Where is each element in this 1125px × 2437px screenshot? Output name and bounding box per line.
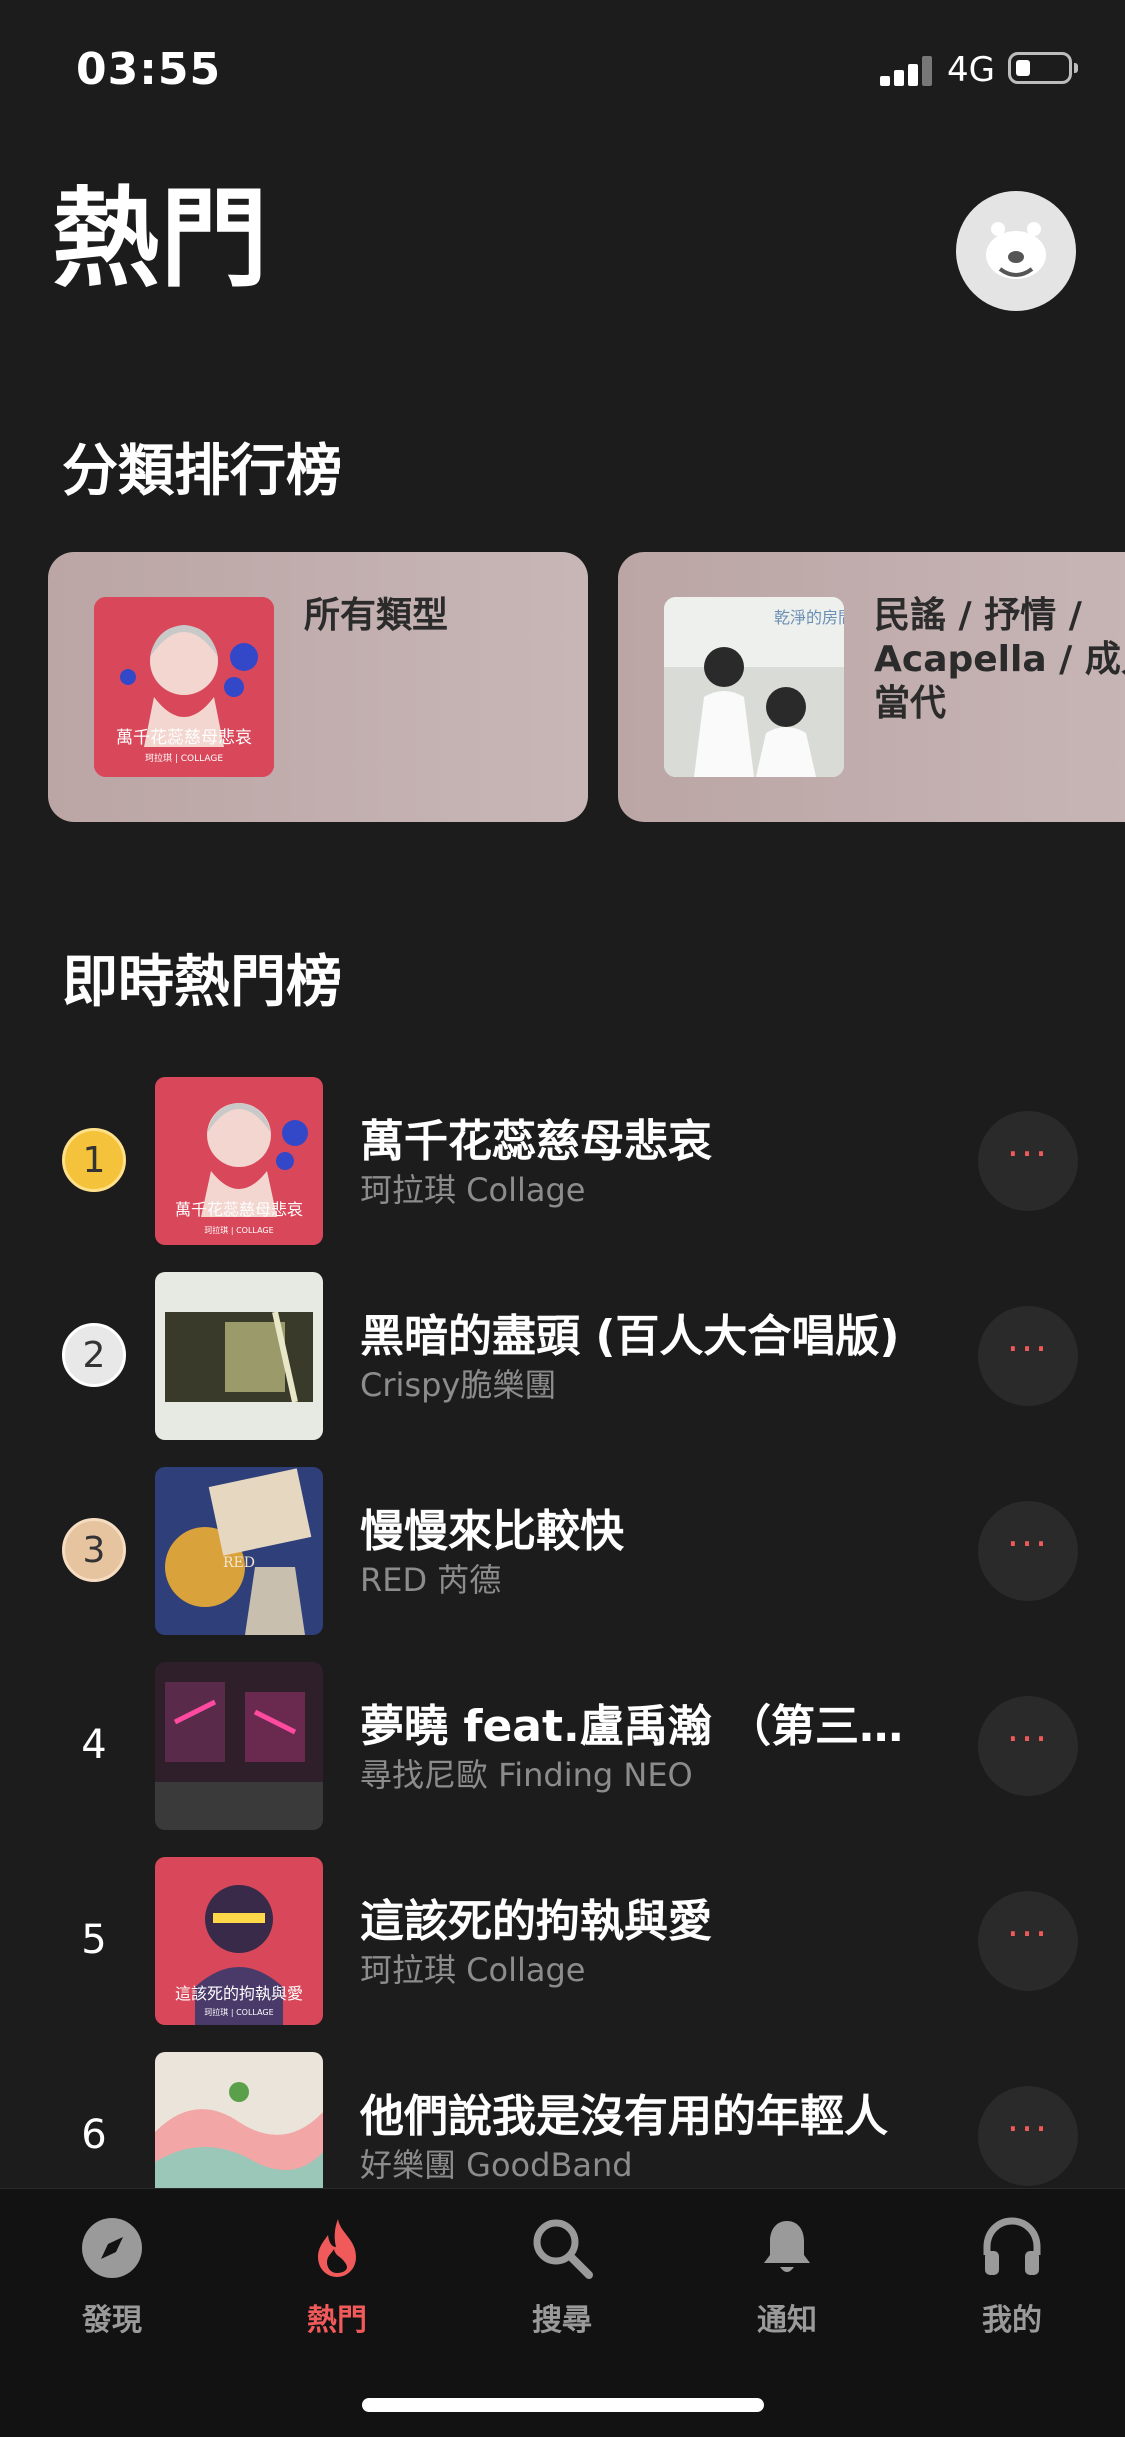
tab-label: 發現 xyxy=(82,2303,142,2338)
bell-icon xyxy=(764,2221,810,2272)
category-label: 所有類型 xyxy=(304,595,449,636)
tab-hot[interactable]: 熱門 xyxy=(262,2215,412,2339)
compass-icon xyxy=(82,2218,142,2278)
more-options-button[interactable]: ··· xyxy=(978,1501,1078,1601)
ellipsis-icon: ··· xyxy=(1006,1912,1050,1956)
chart-section-title: 即時熱門榜 xyxy=(62,950,342,1015)
track-title: 慢慢來比較快 xyxy=(360,1506,624,1557)
more-options-button[interactable]: ··· xyxy=(978,1696,1078,1796)
category-card-all[interactable]: 萬千花蕊慈母悲哀 珂拉琪 | COLLAGE 所有類型 xyxy=(48,552,588,822)
track-artist: 尋找尼歐 Finding NEO xyxy=(360,1756,693,1794)
track-title: 黑暗的盡頭 (百人大合唱版) xyxy=(360,1311,900,1362)
track-row[interactable]: 2 黑暗的盡頭 (百人大合唱版) Crispy脆樂團 ··· xyxy=(0,1272,1125,1442)
more-options-button[interactable]: ··· xyxy=(978,2086,1078,2186)
track-artist: RED 芮德 xyxy=(360,1561,502,1599)
home-indicator xyxy=(362,2398,764,2412)
tab-notifications[interactable]: 通知 xyxy=(712,2215,862,2339)
avatar[interactable] xyxy=(956,191,1076,311)
ellipsis-icon: ··· xyxy=(1006,1132,1050,1176)
svg-text:珂拉琪 | COLLAGE: 珂拉琪 | COLLAGE xyxy=(204,2007,273,2017)
avatar-face-icon xyxy=(986,222,1046,279)
album-art xyxy=(155,1662,323,1830)
tab-mine[interactable]: 我的 xyxy=(937,2215,1087,2339)
track-title: 這該死的拘執與愛 xyxy=(360,1896,712,1947)
rank-badge-silver: 2 xyxy=(62,1323,126,1387)
rank-number: 5 xyxy=(81,1917,107,1963)
svg-text:這該死的拘執與愛: 這該死的拘執與愛 xyxy=(175,1984,303,2003)
svg-text:珂拉琪 | COLLAGE: 珂拉琪 | COLLAGE xyxy=(145,752,223,764)
tab-discover[interactable]: 發現 xyxy=(37,2215,187,2339)
category-card-folk[interactable]: 乾淨的房間 民謠 / 抒情 / Acapella / 成人 當代 xyxy=(618,552,1125,822)
svg-text:萬千花蕊慈母悲哀: 萬千花蕊慈母悲哀 xyxy=(175,1200,303,1219)
status-bar: 03:55 4G xyxy=(0,0,1125,140)
ellipsis-icon: ··· xyxy=(1006,1522,1050,1566)
track-row[interactable]: 3 RED 慢慢來比較快 RED 芮德 ··· xyxy=(0,1467,1125,1637)
track-artist: 珂拉琪 Collage xyxy=(360,1951,586,1989)
tab-label: 通知 xyxy=(757,2303,817,2338)
network-type: 4G xyxy=(947,50,995,90)
svg-text:RED: RED xyxy=(223,1555,255,1571)
album-art: 萬千花蕊慈母悲哀 珂拉琪 | COLLAGE xyxy=(155,1077,323,1245)
status-time: 03:55 xyxy=(76,44,222,95)
more-options-button[interactable]: ··· xyxy=(978,1891,1078,1991)
svg-text:珂拉琪 | COLLAGE: 珂拉琪 | COLLAGE xyxy=(204,1225,273,1235)
track-title: 他們說我是沒有用的年輕人 xyxy=(360,2091,888,2142)
rank-number: 6 xyxy=(81,2112,107,2158)
tab-label: 我的 xyxy=(982,2303,1042,2338)
tab-label: 熱門 xyxy=(307,2303,367,2338)
album-art xyxy=(155,1272,323,1440)
ellipsis-icon: ··· xyxy=(1006,2107,1050,2151)
more-options-button[interactable]: ··· xyxy=(978,1111,1078,1211)
flame-icon xyxy=(318,2219,356,2277)
track-artist: Crispy脆樂團 xyxy=(360,1366,557,1404)
track-title: 夢曉 feat.盧禹瀚 （第三十… xyxy=(360,1701,940,1752)
svg-text:萬千花蕊慈母悲哀: 萬千花蕊慈母悲哀 xyxy=(116,728,252,748)
rank-badge-bronze: 3 xyxy=(62,1518,126,1582)
category-album-art: 萬千花蕊慈母悲哀 珂拉琪 | COLLAGE xyxy=(94,597,274,777)
ellipsis-icon: ··· xyxy=(1006,1327,1050,1371)
category-album-art: 乾淨的房間 xyxy=(664,597,844,777)
svg-text:乾淨的房間: 乾淨的房間 xyxy=(774,608,844,627)
track-artist: 好樂團 GoodBand xyxy=(360,2146,633,2184)
signal-icon xyxy=(880,52,936,86)
album-art: 這該死的拘執與愛 珂拉琪 | COLLAGE xyxy=(155,1857,323,2025)
tab-label: 搜尋 xyxy=(532,2303,592,2338)
track-row[interactable]: 4 夢曉 feat.盧禹瀚 （第三十… 尋找尼歐 Finding NEO ··· xyxy=(0,1662,1125,1832)
page-title: 熱門 xyxy=(52,177,269,302)
battery-icon xyxy=(1008,52,1078,84)
track-title: 萬千花蕊慈母悲哀 xyxy=(360,1116,712,1167)
track-row[interactable]: 1 萬千花蕊慈母悲哀 珂拉琪 | COLLAGE 萬千花蕊慈母悲哀 珂拉琪 Co… xyxy=(0,1077,1125,1247)
search-icon xyxy=(533,2219,593,2279)
ellipsis-icon: ··· xyxy=(1006,1717,1050,1761)
track-row[interactable]: 5 這該死的拘執與愛 珂拉琪 | COLLAGE 這該死的拘執與愛 珂拉琪 Co… xyxy=(0,1857,1125,2027)
more-options-button[interactable]: ··· xyxy=(978,1306,1078,1406)
rank-number: 4 xyxy=(81,1722,107,1768)
tab-search[interactable]: 搜尋 xyxy=(487,2215,637,2339)
headphones-icon xyxy=(983,2217,1041,2275)
rank-badge-gold: 1 xyxy=(62,1128,126,1192)
category-section-title: 分類排行榜 xyxy=(62,439,342,504)
category-label: 民謠 / 抒情 / Acapella / 成人 當代 xyxy=(874,595,1125,724)
album-art: RED xyxy=(155,1467,323,1635)
track-artist: 珂拉琪 Collage xyxy=(360,1171,586,1209)
